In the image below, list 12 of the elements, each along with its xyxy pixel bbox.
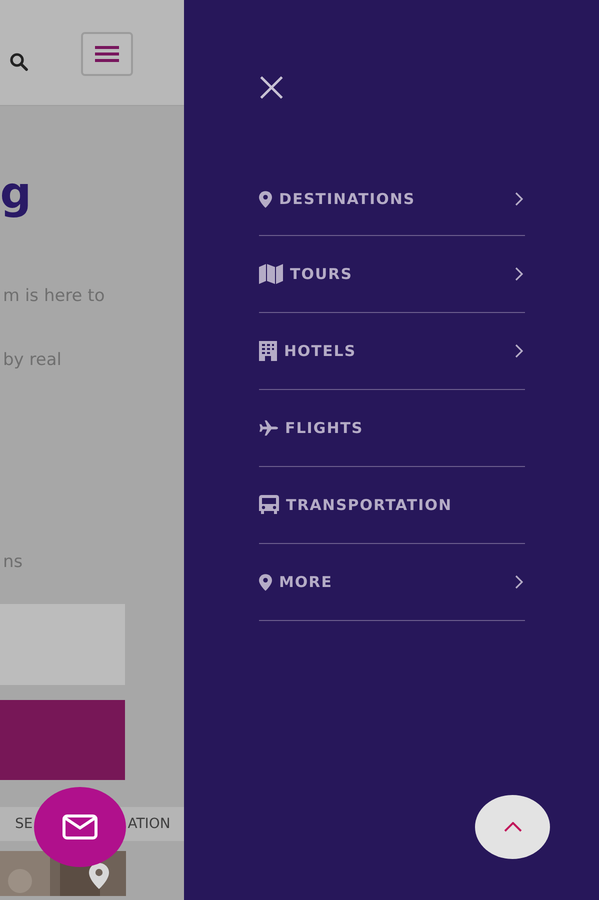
body-text: ns [2, 552, 24, 572]
strip-text: SE [15, 816, 33, 832]
body-text: by real [2, 350, 62, 370]
menu-item[interactable]: TOURS [259, 236, 525, 313]
menu-item[interactable]: FLIGHTS [259, 390, 525, 467]
strip-text: ATION [128, 816, 170, 832]
menu-item[interactable]: TRANSPORTATION [259, 467, 525, 544]
menu-item[interactable]: DESTINATIONS [259, 163, 525, 236]
page-heading: g [0, 167, 32, 221]
body-text: m is here to [2, 286, 106, 306]
menu-item[interactable]: HOTELS [259, 313, 525, 390]
menu-item[interactable]: MORE [259, 544, 525, 621]
